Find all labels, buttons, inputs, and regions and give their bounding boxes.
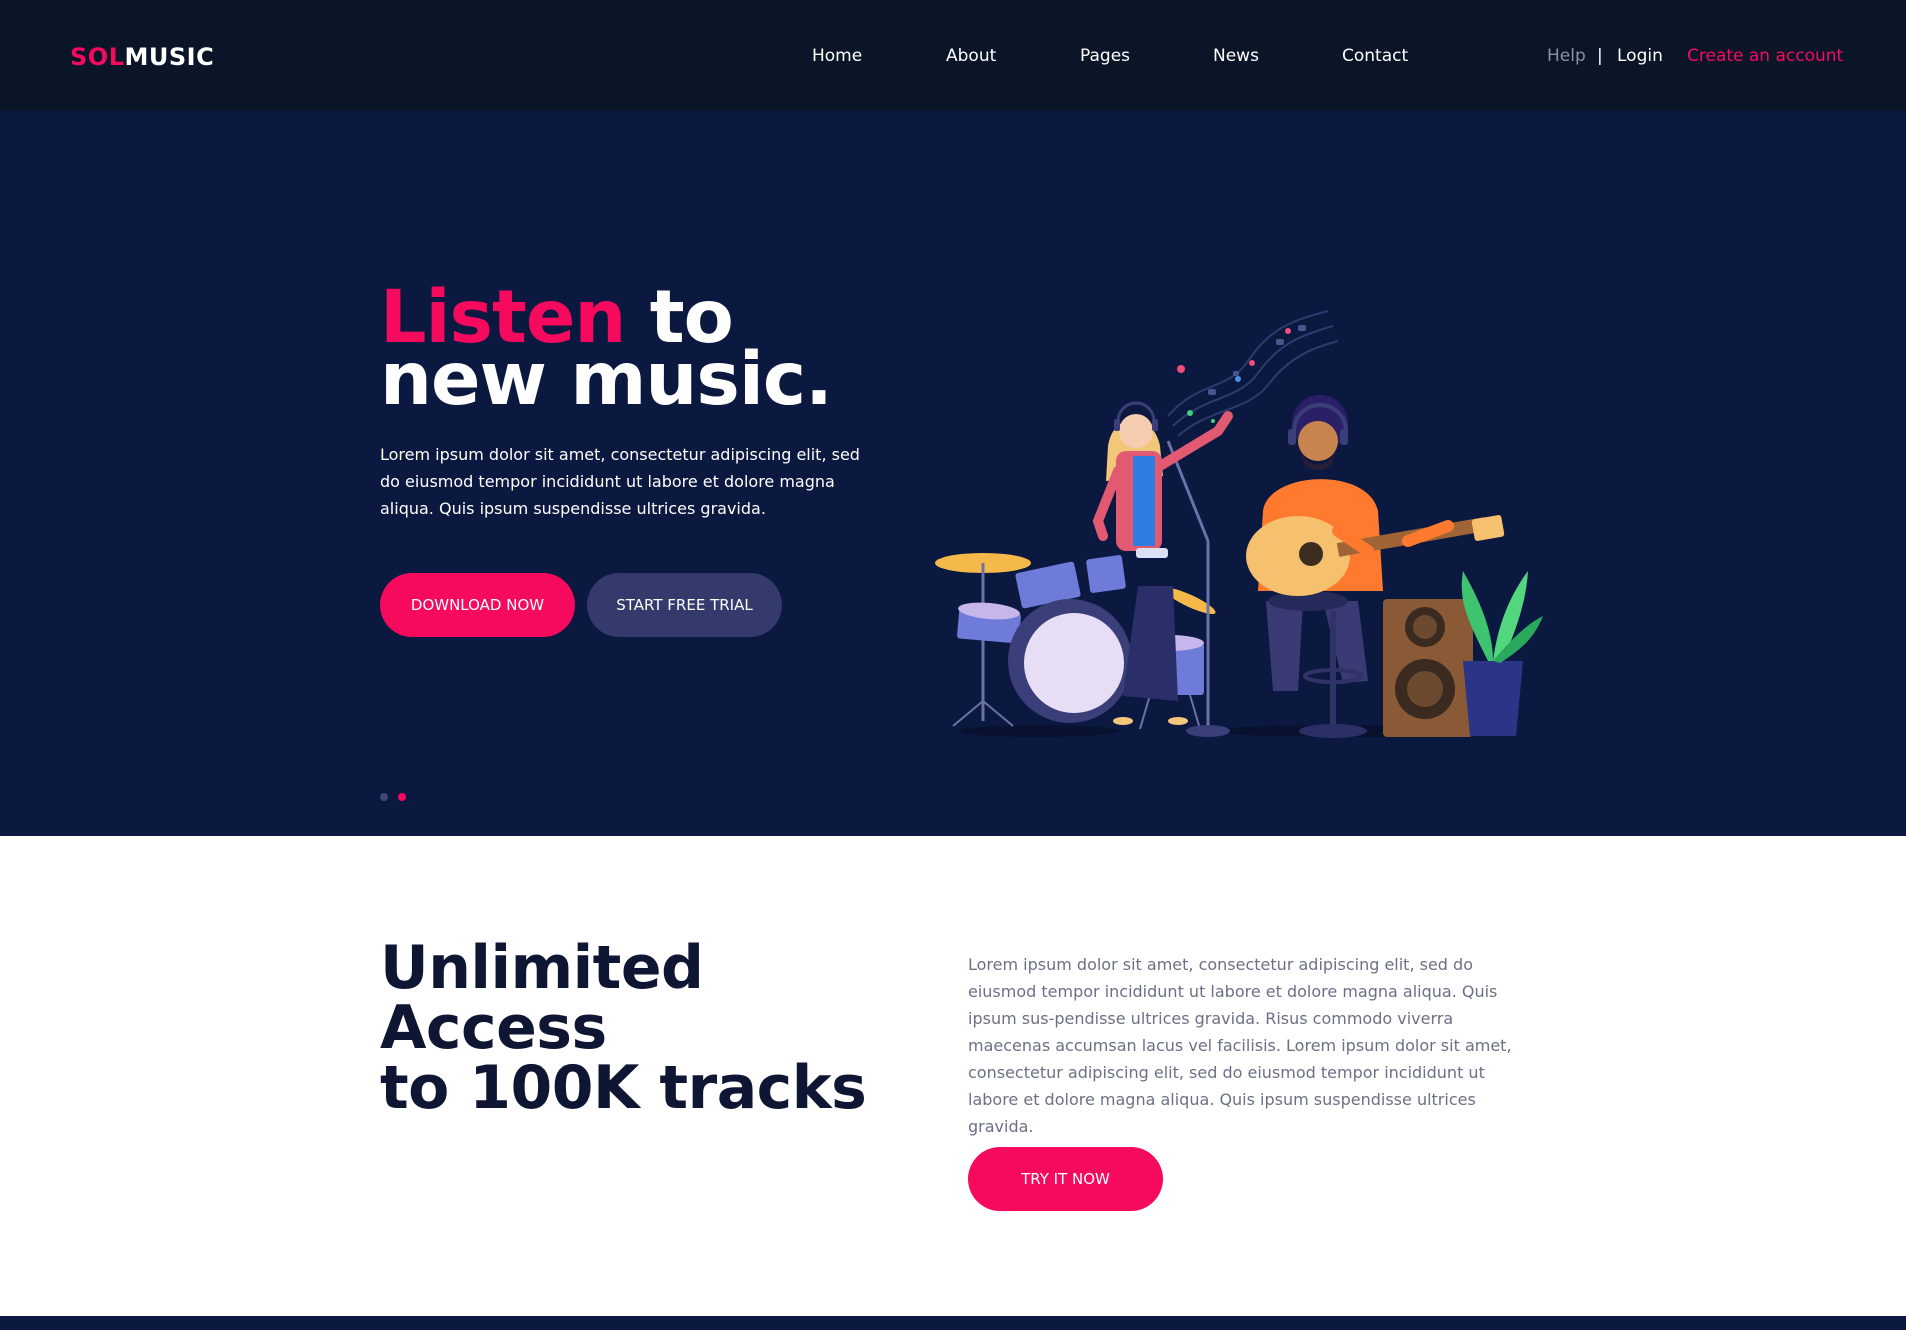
logo-part-sol: SOL — [70, 43, 125, 71]
hero-section: Listen to new music. Lorem ipsum dolor s… — [0, 111, 1906, 836]
nav-pages[interactable]: Pages — [1080, 46, 1130, 66]
download-now-button[interactable]: Download Now — [380, 573, 575, 637]
hero-illustration-band — [935, 310, 1543, 738]
nav-about[interactable]: About — [946, 46, 996, 66]
nav-home[interactable]: Home — [812, 46, 862, 66]
help-link[interactable]: Help — [1547, 46, 1586, 66]
section-title-line2: to 100K tracks — [380, 1053, 867, 1123]
nav-contact[interactable]: Contact — [1342, 46, 1408, 66]
login-link[interactable]: Login — [1617, 46, 1663, 66]
header-separator: | — [1597, 46, 1603, 66]
try-it-now-button[interactable]: Try it now — [968, 1147, 1163, 1211]
section-text: Lorem ipsum dolor sit amet, consectetur … — [968, 955, 1512, 1136]
hero-text: Lorem ipsum dolor sit amet, consectetur … — [380, 445, 860, 518]
nav-news[interactable]: News — [1213, 46, 1259, 66]
start-free-trial-button[interactable]: Start free trial — [587, 573, 782, 637]
slider-dot-1[interactable] — [380, 793, 388, 801]
hero-title-line2: new music. — [380, 337, 833, 422]
hero-title: Listen to new music. — [380, 281, 833, 416]
section-title-line1: Unlimited Access — [380, 933, 704, 1063]
logo-part-music: MUSIC — [124, 43, 215, 71]
logo[interactable]: SOLMUSIC — [70, 43, 214, 71]
create-account-link[interactable]: Create an account — [1687, 46, 1843, 66]
site-header: SOLMUSIC Home About Pages News Contact H… — [0, 0, 1906, 111]
slider-dot-2[interactable] — [398, 793, 406, 801]
footer-strip — [0, 1316, 1906, 1330]
section-title: Unlimited Access to 100K tracks — [380, 938, 940, 1118]
